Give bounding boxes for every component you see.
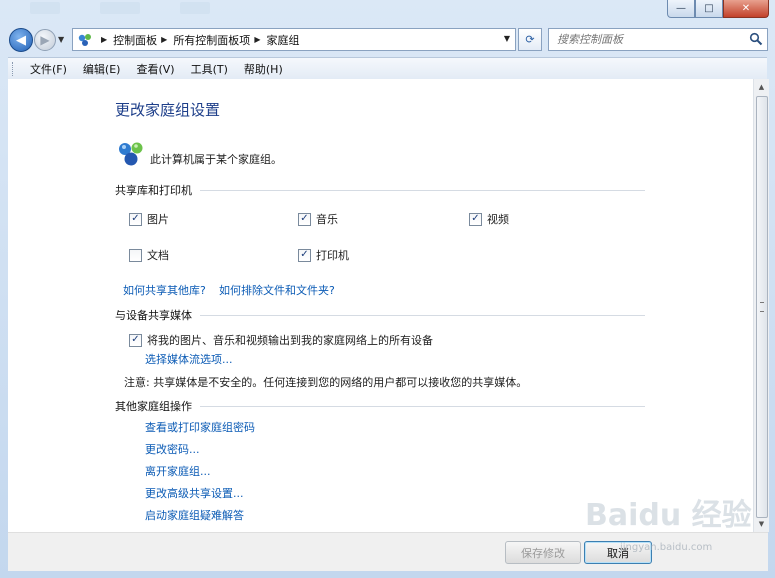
section-divider — [200, 405, 645, 407]
checkbox-box[interactable]: ✓ — [129, 333, 142, 347]
back-arrow-icon: ◀ — [16, 32, 26, 48]
section-divider — [200, 314, 645, 316]
link-change-password[interactable]: 更改密码... — [145, 441, 200, 457]
link-share-other-libraries[interactable]: 如何共享其他库? — [123, 282, 206, 298]
breadcrumb-separator[interactable]: ▶ — [254, 35, 260, 44]
breadcrumb-all-items[interactable]: 所有控制面板项 — [173, 32, 250, 48]
menu-bar: 文件(F) 编辑(E) 查看(V) 工具(T) 帮助(H) — [8, 57, 767, 80]
refresh-icon: ⟳ — [525, 33, 535, 46]
checkbox-stream-media[interactable]: ✓ 将我的图片、音乐和视频输出到我的家庭网络上的所有设备 — [129, 332, 433, 348]
search-input[interactable] — [555, 32, 744, 47]
address-bar[interactable]: ▶ 控制面板 ▶ 所有控制面板项 ▶ 家庭组 ▼ — [72, 28, 516, 51]
homegroup-status: 此计算机属于某个家庭组。 — [150, 153, 282, 166]
checkbox-box[interactable]: ✓ — [129, 212, 142, 226]
recent-pages-button[interactable]: ▼ — [58, 35, 64, 44]
section-heading: 其他家庭组操作 — [115, 400, 192, 413]
forward-arrow-icon: ▶ — [40, 33, 50, 47]
forward-button[interactable]: ▶ — [34, 29, 56, 51]
checkbox-pictures[interactable]: ✓ 图片 — [129, 211, 169, 227]
caption-buttons: — □ ✕ — [667, 0, 769, 18]
media-security-note: 注意: 共享媒体是不安全的。任何连接到您的网络的用户都可以接收您的共享媒体。 — [124, 376, 528, 389]
homegroup-icon — [78, 33, 91, 46]
page-title: 更改家庭组设置 — [115, 101, 221, 119]
title-bar: — □ ✕ — [0, 0, 775, 22]
homegroup-icon — [119, 142, 143, 166]
menu-help[interactable]: 帮助(H) — [236, 61, 291, 77]
checkbox-printers[interactable]: ✓ 打印机 — [298, 247, 349, 263]
section-heading: 与设备共享媒体 — [115, 309, 192, 322]
menu-file[interactable]: 文件(F) — [22, 61, 75, 77]
section-other-actions: 其他家庭组操作 — [115, 398, 645, 414]
checkbox-box[interactable]: ✓ — [298, 212, 311, 226]
link-media-stream-options[interactable]: 选择媒体流选项... — [145, 351, 233, 367]
link-exclude-files[interactable]: 如何排除文件和文件夹? — [219, 282, 335, 298]
close-button[interactable]: ✕ — [723, 0, 769, 18]
link-advanced-sharing[interactable]: 更改高级共享设置... — [145, 485, 244, 501]
checkbox-label: 图片 — [147, 213, 169, 226]
checkbox-documents[interactable]: 文档 — [129, 247, 169, 263]
content-pane: 更改家庭组设置 此计算机属于某个家庭组。 共享库和打印机 ✓ 图片 ✓ 音乐 ✓… — [8, 79, 753, 532]
checkbox-box[interactable]: ✓ — [298, 248, 311, 262]
link-troubleshoot[interactable]: 启动家庭组疑难解答 — [145, 507, 244, 523]
breadcrumb-homegroup[interactable]: 家庭组 — [266, 32, 299, 48]
menu-tools[interactable]: 工具(T) — [183, 61, 236, 77]
checkbox-label: 将我的图片、音乐和视频输出到我的家庭网络上的所有设备 — [147, 334, 433, 347]
navigation-row: ◀ ▶ ▼ ▶ 控制面板 ▶ 所有控制面板项 ▶ 家庭组 ▼ ⟳ — [0, 24, 775, 54]
section-heading: 共享库和打印机 — [115, 184, 192, 197]
checkbox-label: 视频 — [487, 213, 509, 226]
maximize-button[interactable]: □ — [695, 0, 723, 18]
title-ghost — [100, 2, 140, 14]
checkbox-label: 文档 — [147, 249, 169, 262]
search-box[interactable] — [548, 28, 768, 51]
watermark-brand: Baidu 经验 — [585, 498, 752, 533]
breadcrumb-control-panel[interactable]: 控制面板 — [113, 32, 157, 48]
control-panel-window: — □ ✕ ◀ ▶ ▼ ▶ 控制面板 ▶ 所有控制面板项 ▶ 家庭组 ▼ ⟳ 搜… — [0, 0, 775, 578]
section-share-libraries: 共享库和打印机 — [115, 182, 645, 198]
menu-grip — [12, 61, 16, 76]
checkbox-label: 音乐 — [316, 213, 338, 226]
watermark-url: jingyan.baidu.com — [620, 542, 713, 553]
refresh-button[interactable]: ⟳ — [518, 28, 542, 51]
menu-edit[interactable]: 编辑(E) — [75, 61, 129, 77]
checkbox-box[interactable] — [129, 248, 142, 262]
menu-view[interactable]: 查看(V) — [128, 61, 182, 77]
link-view-password[interactable]: 查看或打印家庭组密码 — [145, 419, 255, 435]
checkbox-label: 打印机 — [316, 249, 349, 262]
breadcrumb-separator[interactable]: ▶ — [101, 35, 107, 44]
checkbox-box[interactable]: ✓ — [469, 212, 482, 226]
title-ghost — [180, 2, 210, 14]
back-button[interactable]: ◀ — [9, 28, 33, 52]
checkbox-videos[interactable]: ✓ 视频 — [469, 211, 509, 227]
address-dropdown-icon[interactable]: ▼ — [504, 34, 510, 43]
scroll-up-arrow-icon[interactable]: ▲ — [754, 79, 769, 95]
link-leave-homegroup[interactable]: 离开家庭组... — [145, 463, 211, 479]
section-divider — [200, 189, 645, 191]
search-icon[interactable] — [749, 32, 763, 46]
scroll-thumb[interactable] — [756, 96, 768, 518]
checkbox-music[interactable]: ✓ 音乐 — [298, 211, 338, 227]
breadcrumb: ▶ 控制面板 ▶ 所有控制面板项 ▶ 家庭组 — [97, 32, 299, 48]
minimize-button[interactable]: — — [667, 0, 695, 18]
section-media-sharing: 与设备共享媒体 — [115, 307, 645, 323]
title-ghost — [30, 2, 60, 14]
scroll-down-arrow-icon[interactable]: ▼ — [754, 516, 769, 532]
save-changes-button[interactable]: 保存修改 — [505, 541, 581, 564]
vertical-scrollbar[interactable]: ▲ ▼ — [753, 79, 769, 532]
scroll-grip — [760, 302, 764, 312]
breadcrumb-separator[interactable]: ▶ — [161, 35, 167, 44]
